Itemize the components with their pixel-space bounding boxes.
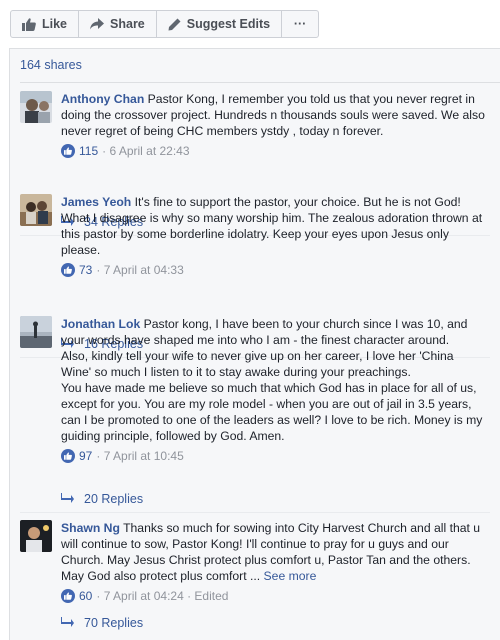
avatar[interactable] <box>20 91 52 123</box>
more-dots-icon: ··· <box>293 17 307 31</box>
avatar[interactable] <box>20 194 52 226</box>
comment-body: James Yeoh It's fine to support the past… <box>61 194 486 278</box>
pencil-icon <box>168 18 181 31</box>
comment-author[interactable]: Anthony Chan <box>61 92 144 106</box>
comment-meta: 60 · 7 April at 04:24 · Edited <box>61 588 486 604</box>
comment-divider <box>20 512 490 513</box>
reply-arrow-icon <box>61 616 74 630</box>
see-more-link[interactable]: See more <box>264 569 317 583</box>
suggest-edits-button[interactable]: Suggest Edits <box>157 11 283 37</box>
action-button-group: Like Share Suggest Edits ··· <box>10 10 320 38</box>
share-button[interactable]: Share <box>79 11 157 37</box>
view-replies-link[interactable]: 70 Replies <box>61 616 143 630</box>
avatar[interactable] <box>20 316 52 348</box>
like-reaction-icon <box>61 589 75 603</box>
like-count[interactable]: 115 <box>79 143 98 159</box>
comment-timestamp[interactable]: · 6 April at 22:43 <box>102 143 189 159</box>
comment-author[interactable]: James Yeoh <box>61 195 131 209</box>
like-button-label: Like <box>42 17 68 31</box>
comment-timestamp[interactable]: · 7 April at 04:24 · Edited <box>96 588 228 604</box>
shares-count-link[interactable]: 164 shares <box>20 58 82 72</box>
replies-count: 20 Replies <box>84 492 144 506</box>
avatar[interactable] <box>20 520 52 552</box>
thumbs-up-icon <box>22 17 36 31</box>
comment-body: Anthony Chan Pastor Kong, I remember you… <box>61 91 486 159</box>
like-count[interactable]: 97 <box>79 448 92 464</box>
comment-meta: 97 · 7 April at 10:45 <box>61 448 486 464</box>
like-count[interactable]: 60 <box>79 588 92 604</box>
comment-timestamp[interactable]: · 7 April at 04:33 <box>96 262 183 278</box>
reply-arrow-icon <box>61 492 74 506</box>
like-reaction-icon <box>61 263 75 277</box>
view-replies-link[interactable]: 20 Replies <box>61 492 143 506</box>
like-reaction-icon <box>61 144 75 158</box>
action-toolbar: Like Share Suggest Edits ··· <box>0 0 500 48</box>
comment-body: Shawn Ng Thanks so much for sowing into … <box>61 520 486 604</box>
like-count[interactable]: 73 <box>79 262 92 278</box>
comment-author[interactable]: Shawn Ng <box>61 521 120 535</box>
more-options-button[interactable]: ··· <box>282 11 318 37</box>
comment-item: Jonathan Lok Pastor kong, I have been to… <box>20 316 490 516</box>
suggest-edits-label: Suggest Edits <box>186 17 271 31</box>
like-button[interactable]: Like <box>11 11 80 37</box>
comment-meta: 115 · 6 April at 22:43 <box>61 143 486 159</box>
share-button-label: Share <box>110 17 145 31</box>
comment-item: James Yeoh It's fine to support the past… <box>20 194 490 358</box>
comments-panel: 164 shares Anthony Chan Pastor Kong, I r… <box>9 48 500 640</box>
comment-text: Pastor kong, I have been to your church … <box>61 317 483 443</box>
replies-count: 70 Replies <box>84 616 144 630</box>
comment-body: Jonathan Lok Pastor kong, I have been to… <box>61 316 486 464</box>
comment-author[interactable]: Jonathan Lok <box>61 317 140 331</box>
comment-timestamp[interactable]: · 7 April at 10:45 <box>96 448 183 464</box>
comment-item: Shawn Ng Thanks so much for sowing into … <box>20 520 490 638</box>
comment-meta: 73 · 7 April at 04:33 <box>61 262 486 278</box>
share-arrow-icon <box>90 18 105 30</box>
like-reaction-icon <box>61 449 75 463</box>
shares-divider <box>20 82 500 83</box>
